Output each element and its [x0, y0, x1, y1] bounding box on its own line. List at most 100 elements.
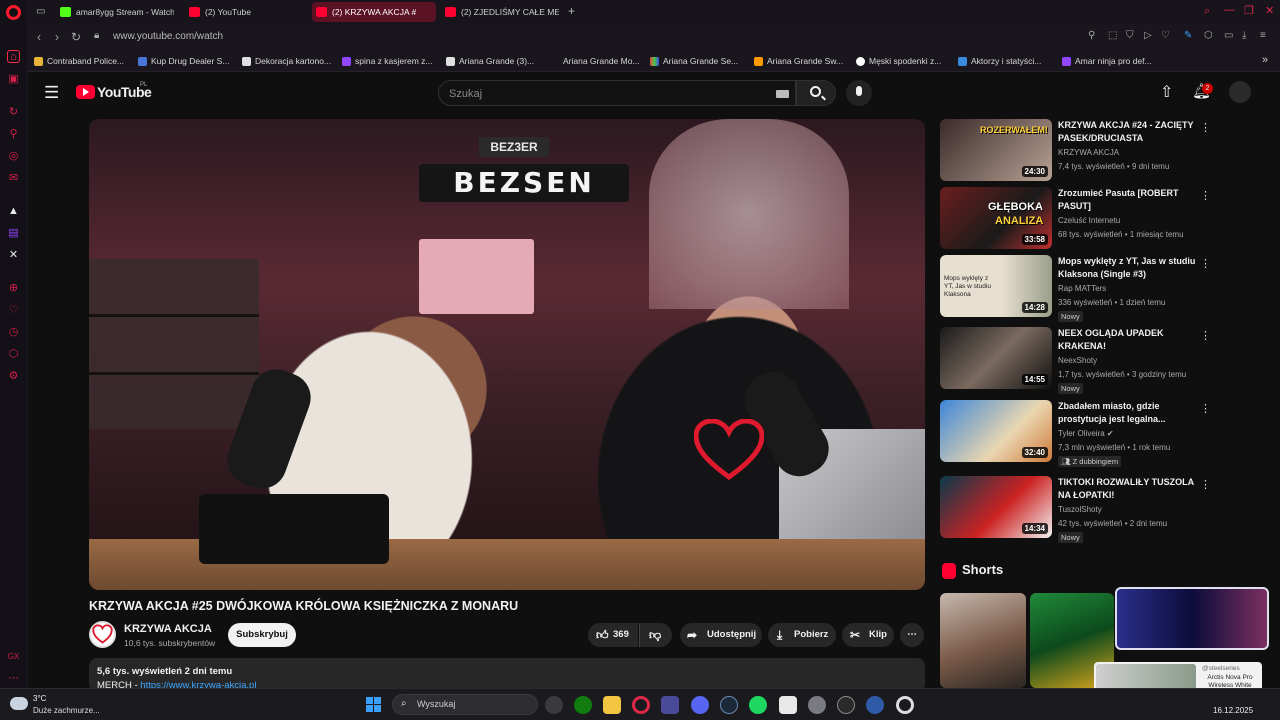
video-thumbnail[interactable]: GŁĘBOKA ANALIZA 33:58	[940, 187, 1052, 249]
download-icon[interactable]: ⤓	[1242, 30, 1246, 41]
recommendation-title[interactable]: TIKTOKI ROZWALIŁY TUSZOLA NA ŁOPATKI!	[1058, 476, 1198, 502]
gamepad-icon[interactable]	[661, 696, 679, 714]
history-icon[interactable]: ↻	[7, 106, 20, 119]
player-icon[interactable]: ▷	[1144, 30, 1152, 41]
youtube-logo-icon[interactable]	[76, 85, 95, 99]
taskbar-search[interactable]: ⌕ Wyszukaj	[392, 694, 538, 715]
kick-side-icon[interactable]: ▲	[7, 205, 20, 218]
clock-icon[interactable]: ◷	[7, 326, 20, 339]
file-explorer-icon[interactable]	[603, 696, 621, 714]
notepad-icon[interactable]	[779, 696, 797, 714]
obs-icon[interactable]	[896, 696, 914, 714]
recommendation-channel[interactable]: TuszolShoty	[1058, 505, 1102, 514]
subscribe-button[interactable]: Subskrybuj	[228, 623, 296, 647]
more-actions-button[interactable]: ⋯	[900, 623, 924, 647]
xbox-icon[interactable]	[574, 696, 592, 714]
more-vert-icon[interactable]: ⋮	[1200, 121, 1211, 134]
bookmark-item[interactable]: spina z kasjerem z...	[342, 55, 432, 68]
video-thumbnail[interactable]: 14:55	[940, 327, 1052, 389]
bookmark-item[interactable]: Contraband Police...	[34, 55, 124, 68]
cloud-icon[interactable]	[10, 697, 28, 710]
more-vert-icon[interactable]: ⋮	[1200, 402, 1211, 415]
pin-icon[interactable]: ⚲	[1088, 30, 1095, 41]
heart-icon[interactable]: ♡	[1161, 30, 1170, 41]
maximize-button[interactable]: ❐	[1244, 4, 1254, 17]
video-thumbnail[interactable]: ROZERWAŁEM! 24:30	[940, 119, 1052, 181]
clip-button[interactable]: ✂ Klip	[842, 623, 894, 647]
recommendation-item[interactable]: 14:34 TIKTOKI ROZWALIŁY TUSZOLA NA ŁOPAT…	[940, 476, 1215, 543]
gx-icon[interactable]: GX	[7, 650, 20, 663]
weather-description[interactable]: Duże zachmurze...	[33, 706, 100, 715]
vpn-icon[interactable]	[866, 696, 884, 714]
bookmarks-more-icon[interactable]: »	[1262, 54, 1268, 66]
recommendation-item[interactable]: 14:55 NEEX OGLĄDA UPADEK KRAKENA! NeexSh…	[940, 327, 1215, 394]
short-thumbnail[interactable]	[940, 593, 1026, 688]
heart-icon[interactable]: ♡	[7, 304, 20, 317]
messenger-icon[interactable]: ◎	[7, 150, 20, 163]
search-button[interactable]	[796, 80, 836, 106]
cube-icon[interactable]: ⬡	[7, 348, 20, 361]
bookmark-item[interactable]: Amar ninja pro def...	[1062, 55, 1152, 68]
close-window-button[interactable]: ✕	[1265, 4, 1274, 17]
x-twitter-icon[interactable]: ✕	[7, 249, 20, 262]
channel-name[interactable]: KRZYWA AKCJA	[124, 623, 212, 635]
tab-youtube[interactable]: (2) YouTube	[185, 2, 295, 22]
recommendation-channel[interactable]: Czeluść Internetu	[1058, 216, 1120, 225]
settings-icon[interactable]: ⚙	[7, 370, 20, 383]
steam-icon[interactable]	[720, 696, 738, 714]
more-vert-icon[interactable]: ⋮	[1200, 478, 1211, 491]
upload-icon[interactable]: ⇧	[1160, 82, 1173, 102]
hamburger-menu-icon[interactable]: ☰	[44, 83, 59, 103]
translate-icon[interactable]: ✎	[1184, 30, 1192, 41]
bookmark-item[interactable]: Kup Drug Dealer S...	[138, 55, 229, 68]
search-tabs-icon[interactable]: ⌕	[1204, 5, 1210, 18]
tab-zjedlismy[interactable]: (2) ZJEDLIŚMY CAŁE MEN	[441, 2, 559, 22]
download-button[interactable]: ⤓ Pobierz	[768, 623, 836, 647]
windows-start-icon[interactable]	[366, 697, 382, 713]
like-button[interactable]: 👍︎ 369	[588, 623, 638, 647]
video-thumbnail[interactable]: 14:34	[940, 476, 1052, 538]
minimize-button[interactable]: —	[1224, 4, 1235, 16]
bookmark-item[interactable]: Dekoracja kartono...	[242, 55, 331, 68]
menu-icon[interactable]: ≡	[1260, 30, 1266, 41]
discord-icon[interactable]	[691, 696, 709, 714]
recommendation-channel[interactable]: Rap MATTers	[1058, 284, 1106, 293]
more-vert-icon[interactable]: ⋮	[1200, 257, 1211, 270]
channel-avatar[interactable]	[89, 621, 116, 648]
shield-icon[interactable]: ⛉	[1126, 30, 1134, 41]
recommendation-title[interactable]: KRZYWA AKCJA #24 - ZACIĘTY PASEK/DRUCIAS…	[1058, 119, 1198, 145]
twitch-icon[interactable]: ▤	[7, 227, 20, 240]
chatgpt-icon[interactable]	[545, 696, 563, 714]
tab-kick[interactable]: amar8ygg Stream - Watch	[56, 2, 174, 22]
bookmark-item[interactable]: Ariana Grande Mo...	[550, 55, 640, 68]
voice-search-button[interactable]	[846, 80, 872, 106]
wallet-icon[interactable]: ▭	[1224, 30, 1233, 41]
home-icon[interactable]: ⌂	[7, 50, 20, 63]
stream-overlay-preview[interactable]	[1115, 587, 1269, 650]
extensions-icon[interactable]: ⬡	[1204, 30, 1213, 41]
spotify-icon[interactable]	[749, 696, 767, 714]
more-vert-icon[interactable]: ⋮	[1200, 189, 1211, 202]
media-player-icon[interactable]	[837, 696, 855, 714]
settings-icon[interactable]	[808, 696, 826, 714]
aria-icon[interactable]: ▣	[7, 73, 20, 86]
new-tab-button[interactable]: +	[568, 4, 575, 18]
recommendation-channel[interactable]: NeexShoty	[1058, 356, 1097, 365]
avatar[interactable]	[1229, 81, 1251, 103]
recommendation-title[interactable]: Zbadałem miasto, gdzie prostytucja jest …	[1058, 400, 1198, 426]
tab-krzywa-akcja[interactable]: (2) KRZYWA AKCJA #	[312, 2, 436, 22]
url-field[interactable]: www.youtube.com/watch	[113, 31, 223, 42]
more-vert-icon[interactable]: ⋮	[1200, 329, 1211, 342]
bookmark-item[interactable]: Ariana Grande Se...	[650, 55, 738, 68]
more-icon[interactable]: ⋯	[7, 672, 20, 685]
add-icon[interactable]: ⊕	[7, 282, 20, 295]
description-box[interactable]: 5,6 tys. wyświetleń 2 dni temu MERCH - h…	[89, 658, 925, 692]
bag-icon[interactable]: ⚲	[7, 128, 20, 141]
opera-gx-icon[interactable]	[632, 696, 650, 714]
recommendation-channel[interactable]: KRZYWA AKCJA	[1058, 148, 1119, 157]
bookmark-item[interactable]: Ariana Grande Sw...	[754, 55, 843, 68]
bookmark-item[interactable]: Ariana Grande (3)...	[446, 55, 534, 68]
share-button[interactable]: ➦ Udostępnij	[680, 623, 762, 647]
recommendation-item[interactable]: GŁĘBOKA ANALIZA 33:58 Zrozumieć Pasuta […	[940, 187, 1215, 249]
reload-icon[interactable]: ↻	[71, 30, 81, 44]
